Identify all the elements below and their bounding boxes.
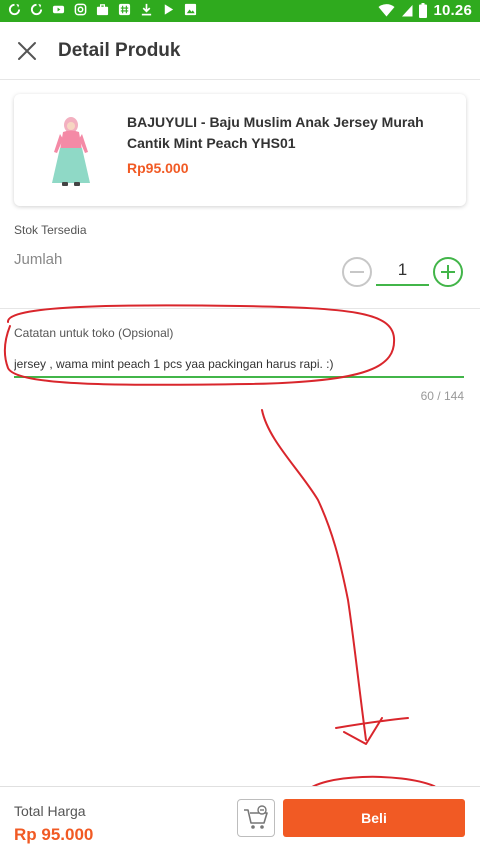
stock-label: Stok Tersedia: [14, 223, 87, 237]
product-image: [52, 117, 90, 186]
product-price: Rp95.000: [127, 160, 189, 176]
annotation-arrow-line: [261, 409, 367, 741]
sync-icon: [8, 3, 21, 16]
instagram-icon: [74, 3, 87, 16]
quantity-label: Jumlah: [14, 251, 63, 268]
play-store-icon: [164, 4, 174, 15]
battery-icon: [419, 3, 428, 18]
status-time: 10.26: [433, 2, 472, 19]
close-icon[interactable]: [14, 38, 40, 64]
note-label: Catatan untuk toko (Opsional): [14, 326, 174, 340]
hashtag-icon: [118, 3, 131, 16]
download-icon: [141, 3, 152, 16]
total-price-value: Rp 95.000: [14, 825, 94, 844]
quantity-field[interactable]: 1: [376, 256, 429, 286]
cart-icon: [244, 805, 268, 829]
briefcase-icon: [96, 4, 109, 16]
image-icon: [184, 3, 197, 16]
notification-icons: [8, 3, 197, 16]
app-bar: Detail Produk: [0, 22, 480, 80]
add-to-cart-button[interactable]: [237, 799, 275, 837]
buy-button[interactable]: Beli: [283, 799, 465, 837]
note-character-counter: 60 / 144: [420, 389, 464, 403]
signal-icon: [402, 5, 413, 17]
sync-icon: [30, 3, 43, 16]
note-input[interactable]: [14, 352, 464, 378]
youtube-icon: [52, 5, 65, 14]
status-bar: 10.26: [0, 0, 480, 22]
total-price-label: Total Harga: [14, 803, 86, 819]
status-right: 10.26: [378, 2, 472, 19]
page-title: Detail Produk: [58, 40, 181, 61]
wifi-icon: [378, 4, 395, 17]
increase-quantity-button[interactable]: [433, 257, 463, 287]
product-card[interactable]: BAJUYULI - Baju Muslim Anak Jersey Murah…: [14, 94, 466, 206]
bottom-bar: Total Harga Rp 95.000 Beli: [0, 786, 480, 854]
quantity-value: 1: [397, 260, 408, 279]
section-divider: [0, 308, 480, 309]
annotation-arrow-head: [335, 717, 409, 745]
product-name: BAJUYULI - Baju Muslim Anak Jersey Murah…: [127, 114, 424, 151]
decrease-quantity-button[interactable]: [342, 257, 372, 287]
